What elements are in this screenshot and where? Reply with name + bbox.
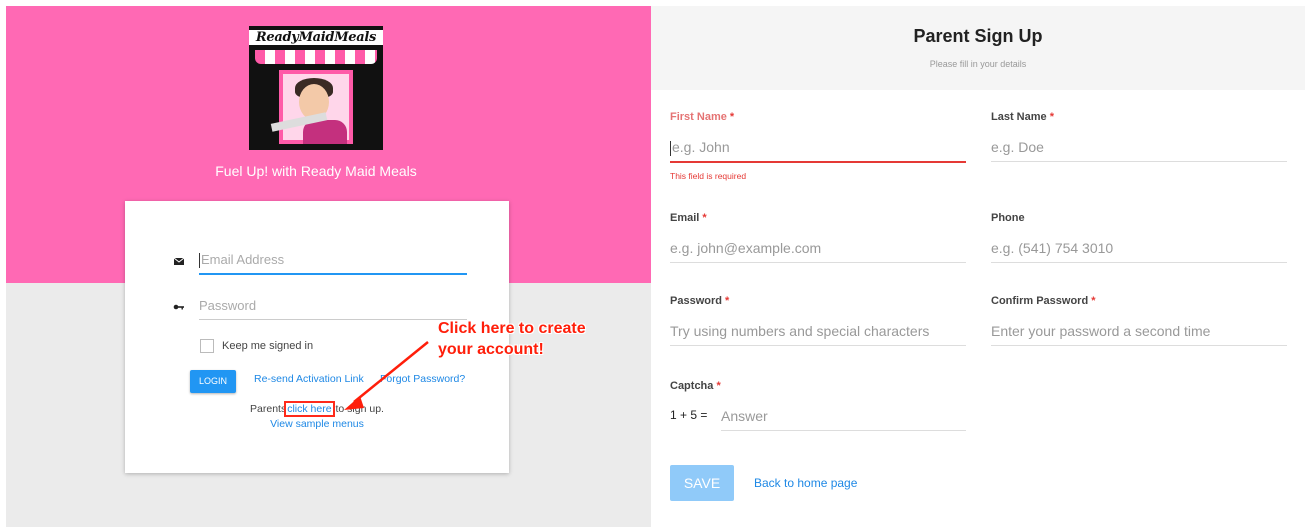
required-marker: *	[1091, 295, 1096, 307]
logo-text: ReadyMaidMeals	[249, 30, 383, 45]
confirm-password-input[interactable]: Enter your password a second time	[991, 317, 1287, 346]
view-sample-menus-link[interactable]: View sample menus	[125, 418, 509, 430]
last-name-input[interactable]: e.g. Doe	[991, 133, 1287, 162]
page-subtitle: Please fill in your details	[929, 59, 1027, 69]
captcha-answer-input[interactable]: Answer	[721, 402, 966, 431]
last-name-label: Last Name	[991, 111, 1047, 123]
required-marker: *	[716, 380, 721, 392]
email-label: Email	[670, 212, 700, 224]
save-button[interactable]: SAVE	[670, 465, 734, 501]
login-button[interactable]: LOGIN	[190, 370, 236, 393]
first-name-input[interactable]: e.g. John	[670, 133, 966, 163]
signup-panel: Parent Sign Up Please fill in your detai…	[651, 0, 1305, 527]
required-marker: *	[702, 212, 707, 224]
parents-signup-line: Parentsclick here to sign up.	[250, 401, 384, 417]
phone-label: Phone	[991, 212, 1025, 224]
tagline: Fuel Up! with Ready Maid Meals	[215, 163, 417, 179]
login-panel: ReadyMaidMeals Fuel Up! with Ready Maid …	[6, 6, 651, 527]
keep-signed-in-checkbox[interactable]	[200, 339, 214, 353]
password-label: Password	[670, 295, 722, 307]
required-marker: *	[725, 295, 730, 307]
ready-maid-meals-logo: ReadyMaidMeals	[249, 26, 383, 150]
confirm-password-label: Confirm Password	[991, 295, 1089, 307]
required-marker: *	[1049, 111, 1054, 123]
first-name-label: First Name	[670, 111, 727, 123]
key-icon	[173, 304, 184, 310]
click-here-link[interactable]: click here	[284, 401, 335, 417]
email-input[interactable]: e.g. john@example.com	[670, 234, 966, 263]
annotation-callout: Click here to create your account!	[438, 320, 586, 358]
required-marker: *	[729, 111, 735, 123]
captcha-question: 1 + 5 =	[670, 408, 708, 422]
password-input[interactable]: Password	[199, 293, 467, 320]
page-title: Parent Sign Up	[913, 26, 1043, 46]
keep-signed-in-label: Keep me signed in	[222, 340, 314, 352]
phone-input[interactable]: e.g. (541) 754 3010	[991, 234, 1287, 263]
email-input[interactable]: Email Address	[199, 247, 467, 275]
annotation-arrow-icon	[344, 341, 429, 410]
email-row: Email Address	[173, 247, 467, 277]
back-to-home-link[interactable]: Back to home page	[754, 476, 857, 490]
first-name-error: This field is required	[670, 171, 747, 181]
form-header: Parent Sign Up Please fill in your detai…	[651, 6, 1305, 90]
envelope-icon	[173, 257, 185, 265]
password-input[interactable]: Try using numbers and special characters	[670, 317, 966, 346]
captcha-label: Captcha	[670, 380, 714, 392]
password-row: Password	[173, 293, 467, 323]
